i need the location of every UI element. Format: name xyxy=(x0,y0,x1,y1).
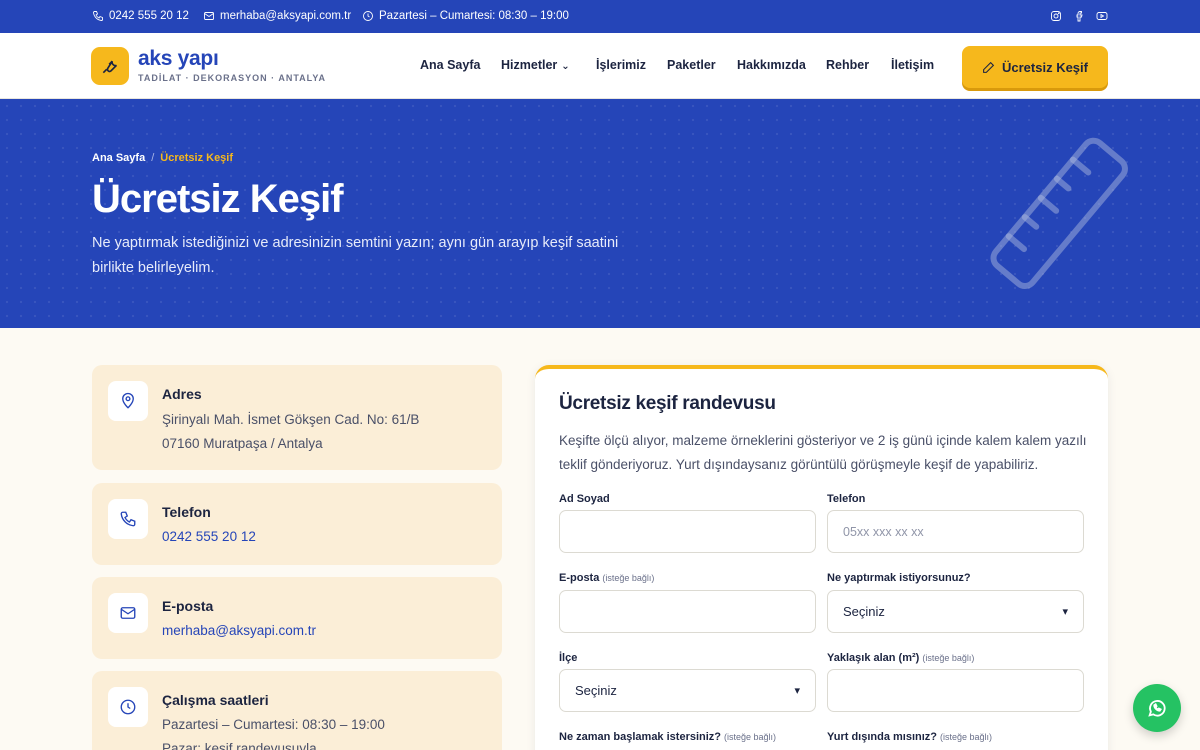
topbar-hours-text: Pazartesi – Cumartesi: 08:30 – 19:00 xyxy=(379,10,569,22)
name-input[interactable] xyxy=(559,510,816,553)
email-title: E-posta xyxy=(162,598,214,614)
logo-name[interactable]: aks yapı xyxy=(138,47,219,71)
hero-section: Ana Sayfa / Ücretsiz Keşif Ücretsiz Keşif … xyxy=(0,99,1200,328)
service-select-value: Seçiniz xyxy=(843,604,885,619)
instagram-icon[interactable] xyxy=(1050,10,1062,22)
chevron-down-icon: ▾ xyxy=(1062,606,1068,618)
chevron-down-icon: ⌄ xyxy=(561,61,570,72)
area-input[interactable] xyxy=(827,669,1084,712)
start-label: Ne zaman başlamak istersiniz? (isteğe bağ… xyxy=(559,731,776,743)
phone-label: Telefon xyxy=(827,493,866,505)
phone-link[interactable]: 0242 555 20 12 xyxy=(162,529,256,544)
phone-input[interactable]: 05xx xxx xx xx xyxy=(827,510,1084,553)
hours-line-1: Pazartesi – Cumartesi: 08:30 – 19:00 xyxy=(162,717,385,732)
site-header: aks yapı TADİLAT · DEKORASYON · ANTALYA … xyxy=(0,33,1200,99)
phone-title: Telefon xyxy=(162,504,211,520)
nav-guide[interactable]: Rehber xyxy=(826,58,869,72)
topbar-hours: Pazartesi – Cumartesi: 08:30 – 19:00 xyxy=(362,10,569,22)
start-label-text: Ne zaman başlamak istersiniz? xyxy=(559,731,722,743)
top-bar: 0242 555 20 12 merhaba@aksyapi.com.tr Pa… xyxy=(0,0,1200,33)
breadcrumb-current: Ücretsiz Keşif xyxy=(160,152,234,164)
nav-services-label: Hizmetler xyxy=(501,58,558,72)
chevron-down-icon: ▾ xyxy=(794,685,800,697)
topbar-phone[interactable]: 0242 555 20 12 xyxy=(92,10,189,22)
phone-icon xyxy=(93,11,103,21)
name-label: Ad Soyad xyxy=(559,493,610,505)
nav-services[interactable]: Hizmetler ⌄ xyxy=(501,58,570,72)
page-title: Ücretsiz Keşif xyxy=(92,177,344,221)
optional-note: (isteğe bağlı) xyxy=(602,573,655,583)
phone-card: Telefon 0242 555 20 12 xyxy=(92,483,502,565)
email-link[interactable]: merhaba@aksyapi.com.tr xyxy=(162,623,316,638)
pencil-icon xyxy=(983,61,995,73)
form-description: Keşifte ölçü alıyor, malzeme örneklerini… xyxy=(559,433,1087,472)
optional-note: (isteğe bağlı) xyxy=(922,653,975,663)
service-select[interactable]: Seçiniz ▾ xyxy=(827,590,1084,633)
nav-projects[interactable]: İşlerimiz xyxy=(596,58,646,72)
phone-icon xyxy=(108,499,148,539)
area-label-text: Yaklaşık alan (m²) xyxy=(827,652,920,664)
clock-icon xyxy=(363,11,373,21)
abroad-label: Yurt dışında mısınız? (isteğe bağlı) xyxy=(827,731,992,743)
clock-icon xyxy=(108,687,148,727)
page-subtitle: Ne yaptırmak istediğinizi ve adresinizin… xyxy=(92,235,619,276)
optional-note: (isteğe bağlı) xyxy=(940,732,993,742)
wrench-icon xyxy=(102,60,118,74)
email-label-text: E-posta xyxy=(559,572,600,584)
district-select[interactable]: Seçiniz ▾ xyxy=(559,669,816,712)
whatsapp-button[interactable] xyxy=(1133,684,1181,732)
optional-note: (isteğe bağlı) xyxy=(724,732,777,742)
free-survey-button[interactable]: Ücretsiz Keşif xyxy=(962,46,1108,88)
breadcrumb: Ana Sayfa / Ücretsiz Keşif xyxy=(92,152,233,164)
area-label: Yaklaşık alan (m²) (isteğe bağlı) xyxy=(827,652,974,664)
hours-title: Çalışma saatleri xyxy=(162,692,269,708)
logo-mark[interactable] xyxy=(91,47,129,85)
survey-form: Ücretsiz keşif randevusu Keşifte ölçü al… xyxy=(535,365,1108,750)
form-title: Ücretsiz keşif randevusu xyxy=(559,393,776,414)
hours-card: Çalışma saatleri Pazartesi – Cumartesi: … xyxy=(92,671,502,750)
breadcrumb-home[interactable]: Ana Sayfa xyxy=(92,152,145,164)
whatsapp-icon xyxy=(1148,700,1166,717)
mail-icon xyxy=(204,12,214,20)
mail-icon xyxy=(108,593,148,633)
email-card: E-posta merhaba@aksyapi.com.tr xyxy=(92,577,502,659)
topbar-email[interactable]: merhaba@aksyapi.com.tr xyxy=(203,10,351,22)
address-line-2: 07160 Muratpaşa / Antalya xyxy=(162,436,323,451)
nav-about[interactable]: Hakkımızda xyxy=(737,58,806,72)
breadcrumb-separator: / xyxy=(151,152,155,164)
ruler-icon xyxy=(990,137,1128,289)
free-survey-button-label: Ücretsiz Keşif xyxy=(1002,59,1088,75)
address-card: Adres Şirinyalı Mah. İsmet Gökşen Cad. N… xyxy=(92,365,502,470)
hours-line-2: Pazar: keşif randevusuyla xyxy=(162,741,317,750)
email-input[interactable] xyxy=(559,590,816,633)
facebook-icon[interactable] xyxy=(1074,10,1086,22)
district-label: İlçe xyxy=(559,652,578,664)
location-pin-icon xyxy=(108,381,148,421)
nav-home[interactable]: Ana Sayfa xyxy=(420,58,480,72)
logo-tagline: TADİLAT · DEKORASYON · ANTALYA xyxy=(138,73,327,83)
abroad-label-text: Yurt dışında mısınız? xyxy=(827,731,938,743)
nav-contact[interactable]: İletişim xyxy=(891,58,934,72)
nav-packages[interactable]: Paketler xyxy=(667,58,716,72)
topbar-phone-text: 0242 555 20 12 xyxy=(109,10,189,22)
district-select-value: Seçiniz xyxy=(575,683,617,698)
address-title: Adres xyxy=(162,386,202,402)
youtube-icon[interactable] xyxy=(1096,10,1108,22)
address-line-1: Şirinyalı Mah. İsmet Gökşen Cad. No: 61/… xyxy=(162,412,420,427)
topbar-email-text: merhaba@aksyapi.com.tr xyxy=(220,10,352,22)
service-label: Ne yaptırmak istiyorsunuz? xyxy=(827,572,971,584)
email-label: E-posta (isteğe bağlı) xyxy=(559,572,654,584)
